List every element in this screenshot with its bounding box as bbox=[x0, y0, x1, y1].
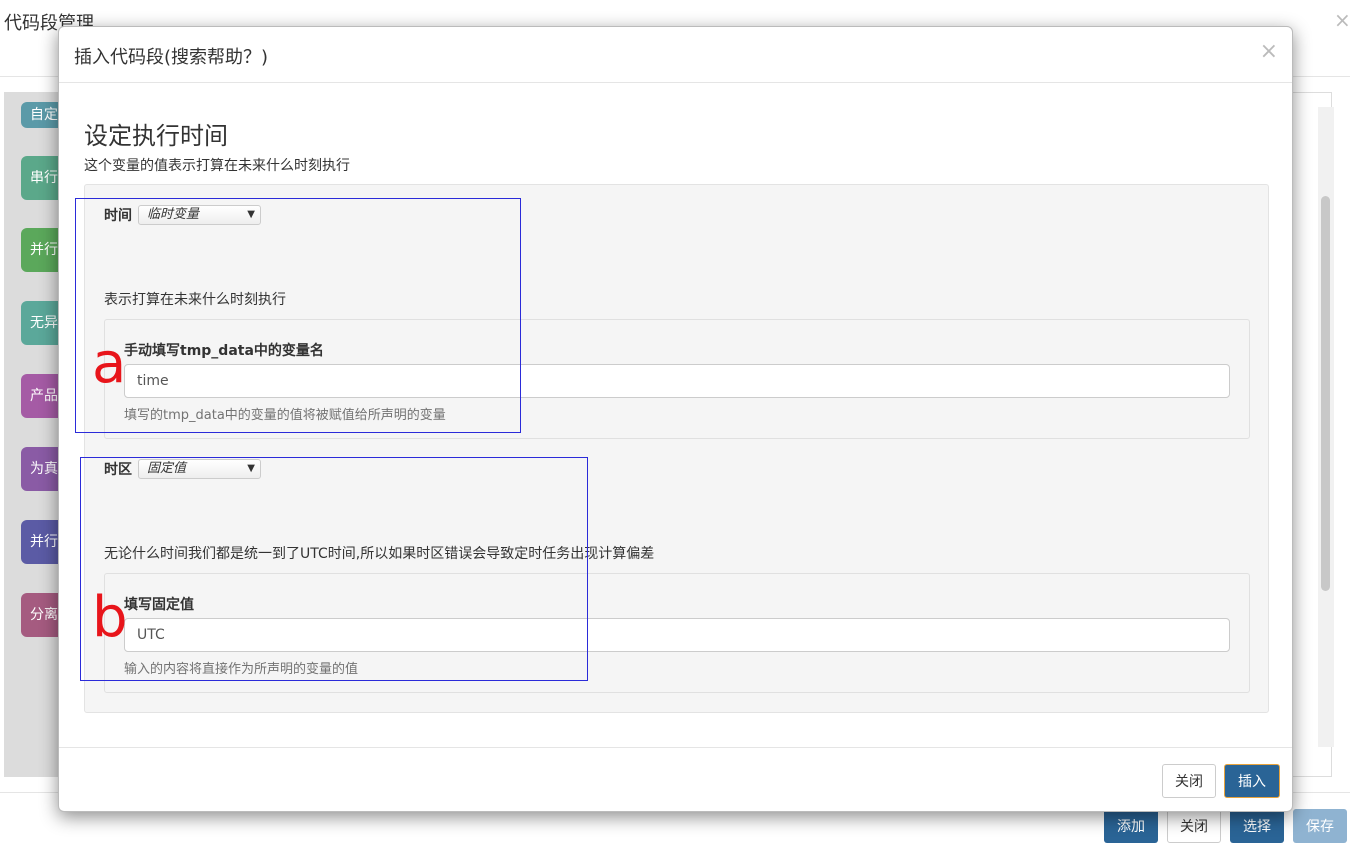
modal-title[interactable]: 插入代码段(搜索帮助？) bbox=[74, 43, 268, 69]
palette-block-label: 为真 bbox=[30, 461, 58, 477]
modal-close-button[interactable]: 关闭 bbox=[1162, 764, 1216, 798]
background-close-button[interactable]: 关闭 bbox=[1167, 809, 1221, 843]
modal-header: 插入代码段(搜索帮助？) × bbox=[59, 27, 1292, 83]
annotation-box-b bbox=[80, 457, 588, 681]
annotation-letter-b: b bbox=[92, 585, 128, 650]
background-close-icon[interactable]: × bbox=[1334, 8, 1350, 32]
insert-button[interactable]: 插入 bbox=[1224, 764, 1280, 798]
add-button[interactable]: 添加 bbox=[1104, 809, 1158, 843]
palette-block-label: 并行 bbox=[30, 534, 58, 550]
modal-footer: 关闭 插入 bbox=[59, 747, 1292, 813]
palette-block-label: 分离 bbox=[30, 607, 58, 623]
annotation-letter-a: a bbox=[92, 331, 127, 396]
palette-block-label: 串行 bbox=[30, 170, 58, 186]
modal-scrollbar-thumb[interactable] bbox=[1321, 196, 1330, 591]
palette-block-label: 自定 bbox=[30, 107, 58, 123]
modal-close-icon[interactable]: × bbox=[1260, 39, 1278, 64]
snippet-heading: 设定执行时间 bbox=[84, 122, 228, 150]
save-button[interactable]: 保存 bbox=[1293, 809, 1347, 843]
snippet-subtitle: 这个变量的值表示打算在未来什么时刻执行 bbox=[84, 158, 350, 174]
select-button[interactable]: 选择 bbox=[1230, 809, 1284, 843]
palette-block-label: 无异 bbox=[30, 315, 58, 331]
palette-block-label: 并行 bbox=[30, 242, 58, 258]
annotation-box-a bbox=[75, 198, 521, 433]
palette-block-label: 产品 bbox=[30, 388, 58, 404]
